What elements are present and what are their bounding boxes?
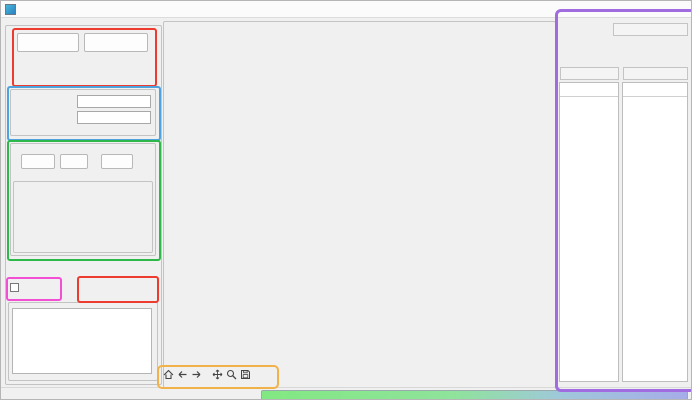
data-length-field [613, 23, 688, 36]
back-arrow-icon[interactable] [177, 369, 188, 380]
original-peaks-table[interactable] [559, 82, 619, 382]
pause-button[interactable] [60, 154, 88, 169]
pan-icon[interactable] [212, 369, 223, 380]
chart-bottom[interactable] [166, 192, 466, 342]
corrected-header [623, 83, 687, 97]
start-import-button[interactable] [84, 33, 148, 52]
forward-arrow-icon[interactable] [191, 369, 202, 380]
progress-bar [261, 390, 688, 400]
app-icon [5, 4, 16, 15]
step-back-button[interactable] [21, 154, 55, 169]
corrected-peaks-table[interactable] [622, 82, 688, 382]
min-height-spinbox[interactable] [77, 111, 151, 124]
save-icon[interactable] [240, 369, 251, 380]
reference-line-checkbox-icon[interactable] [10, 283, 19, 292]
plot-toolbar [160, 367, 254, 382]
step-forward-button[interactable] [101, 154, 133, 169]
export-labels-button[interactable] [81, 280, 151, 295]
original-header [560, 83, 618, 97]
app-window [0, 0, 692, 400]
import-settings-button[interactable] [17, 33, 79, 52]
zoom-icon[interactable] [226, 369, 237, 380]
home-icon[interactable] [163, 369, 174, 380]
log-box[interactable] [12, 308, 152, 374]
min-interval-spinbox[interactable] [77, 95, 151, 108]
chart-top[interactable] [166, 26, 466, 176]
statusbar [1, 387, 692, 400]
pre-count-field [560, 67, 619, 80]
settings-group [13, 181, 153, 253]
post-count-field [623, 67, 688, 80]
